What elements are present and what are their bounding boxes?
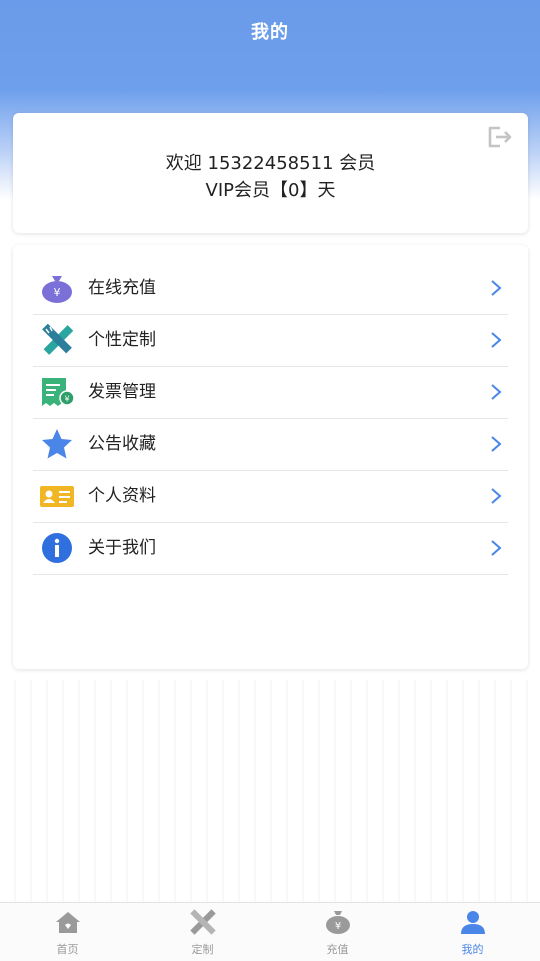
logout-icon[interactable]: [486, 125, 514, 149]
menu-item-label: 个性定制: [88, 330, 156, 350]
svg-text:¥: ¥: [54, 286, 61, 299]
menu-card: ¥ 在线充值 个性定制 ¥ 发票管理 公告收藏 个人资料 关于我们: [13, 245, 528, 669]
menu-item-profile[interactable]: 个人资料: [33, 470, 508, 523]
tab-mine[interactable]: 我的: [405, 903, 540, 961]
menu-item-invoice[interactable]: ¥ 发票管理: [33, 366, 508, 419]
ruler-pencil-icon: [40, 323, 74, 356]
menu-item-about[interactable]: 关于我们: [33, 522, 508, 575]
tab-label: 我的: [461, 943, 484, 956]
menu-item-label: 个人资料: [88, 486, 156, 506]
tab-recharge[interactable]: ¥ 充值: [270, 903, 405, 961]
menu-item-label: 发票管理: [88, 382, 156, 402]
menu-item-recharge[interactable]: ¥ 在线充值: [33, 262, 508, 315]
tab-label: 充值: [326, 943, 349, 956]
tab-home[interactable]: 首页: [0, 903, 135, 961]
svg-text:¥: ¥: [335, 921, 341, 932]
money-bag-icon: ¥: [40, 272, 74, 304]
welcome-card: 欢迎 15322458511 会员 VIP会员【0】天: [13, 113, 528, 233]
vip-days-text: VIP会员【0】天: [205, 180, 336, 201]
bottom-tab-bar: 首页 定制 ¥ 充值 我的: [0, 902, 540, 961]
menu-item-label: 关于我们: [88, 538, 156, 558]
menu-item-label: 公告收藏: [88, 434, 156, 454]
background-area: [0, 680, 540, 902]
money-bag-icon: ¥: [326, 911, 350, 934]
welcome-text: 欢迎 15322458511 会员: [165, 153, 376, 174]
tab-label: 首页: [56, 943, 79, 956]
page-title: 我的: [251, 22, 289, 43]
chevron-right-icon: [490, 331, 502, 349]
invoice-icon: ¥: [40, 376, 75, 408]
ruler-pencil-icon: [190, 909, 216, 935]
svg-text:¥: ¥: [64, 395, 69, 404]
chevron-right-icon: [490, 435, 502, 453]
user-icon: [461, 911, 485, 934]
home-icon: [56, 912, 80, 933]
menu-item-customize[interactable]: 个性定制: [33, 314, 508, 367]
menu-item-label: 在线充值: [88, 278, 156, 298]
menu-item-favorites[interactable]: 公告收藏: [33, 418, 508, 471]
id-card-icon: [40, 480, 74, 512]
tab-label: 定制: [191, 943, 214, 956]
star-icon: [40, 428, 74, 460]
chevron-right-icon: [490, 539, 502, 557]
info-icon: [40, 532, 74, 564]
chevron-right-icon: [490, 383, 502, 401]
chevron-right-icon: [490, 487, 502, 505]
tab-customize[interactable]: 定制: [135, 903, 270, 961]
chevron-right-icon: [490, 279, 502, 297]
